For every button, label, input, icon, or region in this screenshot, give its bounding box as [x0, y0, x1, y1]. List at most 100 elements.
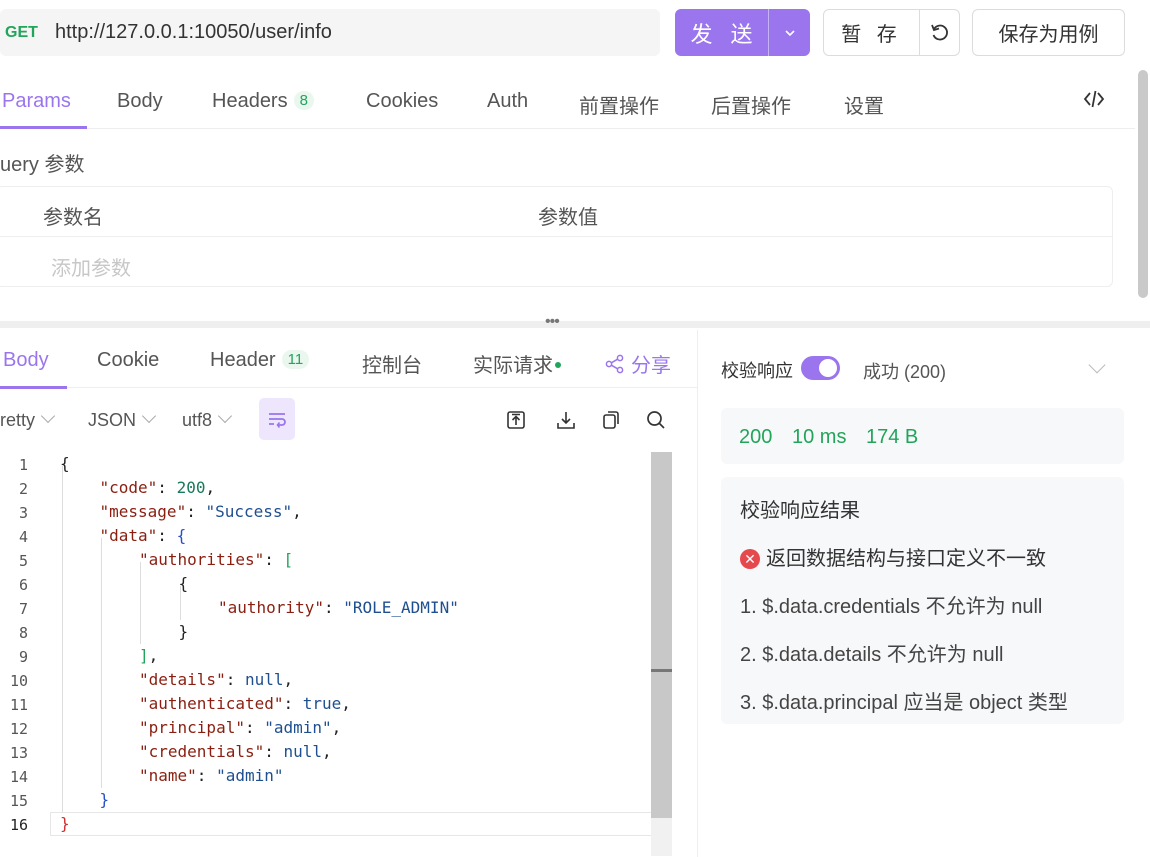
status-dot [555, 362, 561, 368]
code-line: "details": null, [139, 670, 293, 689]
code-line: } [100, 790, 110, 809]
download-icon[interactable] [555, 409, 577, 431]
request-scrollbar[interactable] [1138, 70, 1148, 298]
encoding-select[interactable]: utf8 [182, 408, 233, 431]
code-token: true [302, 694, 342, 713]
indent-guide [140, 562, 141, 644]
code-token: , [331, 718, 342, 737]
code-token: "admin" [264, 718, 332, 737]
format-select[interactable]: retty [0, 408, 56, 431]
tab-response-body[interactable]: Body [3, 349, 49, 372]
code-token: 200 [176, 478, 206, 497]
code-token: "name" [139, 766, 197, 785]
editor-scrollbar-marker [651, 669, 672, 672]
share-button[interactable]: 分享 [605, 349, 671, 378]
code-line: "name": "admin" [139, 766, 284, 785]
code-token: "credentials" [139, 742, 265, 761]
tab-params[interactable]: Params [2, 90, 71, 113]
code-line: "principal": "admin", [139, 718, 341, 737]
code-line: { [179, 574, 189, 593]
code-icon[interactable] [1083, 88, 1105, 110]
http-method[interactable]: GET [5, 24, 53, 42]
code-token: } [178, 622, 189, 641]
code-token: : [225, 670, 245, 689]
export-icon[interactable] [505, 409, 527, 431]
code-line: ], [139, 646, 158, 665]
response-size: 174 B [866, 426, 919, 448]
code-token: : [244, 718, 265, 737]
code-token: { [178, 574, 189, 593]
code-token: "principal" [139, 718, 245, 737]
validation-item: 1. $.data.credentials 不允许为 null [740, 596, 1043, 618]
line-number: 1 [18, 456, 28, 474]
add-param-row[interactable]: 添加参数 [0, 238, 1112, 288]
tab-body[interactable]: Body [117, 90, 163, 113]
editor-scrollbar-thumb[interactable] [651, 452, 672, 818]
code-token: : [283, 694, 303, 713]
send-button-group: 发 送 [675, 9, 810, 56]
format-select-value: retty [0, 410, 36, 430]
line-number: 16 [9, 816, 28, 834]
send-dropdown-button[interactable] [768, 9, 810, 56]
undo-icon [930, 24, 948, 40]
validation-item: 3. $.data.principal 应当是 object 类型 [740, 692, 1068, 714]
response-body-editor[interactable]: 1 2 3 4 5 6 7 8 9 10 11 12 13 14 15 16 {"code": 200, "me… [0, 452, 672, 856]
code-token: "ROLE_ADMIN" [343, 598, 459, 617]
response-toolbar: retty JSON utf8 [0, 398, 697, 442]
chevron-down-icon[interactable] [1088, 356, 1106, 374]
splitter-handle-icon[interactable]: ••• [545, 314, 560, 330]
wrap-lines-button[interactable] [259, 398, 295, 440]
chevron-down-icon [40, 408, 56, 424]
save-temp-button[interactable]: 暂 存 [824, 10, 919, 55]
code-line: "code": 200, [100, 478, 216, 497]
response-stats: 200 10 ms 174 B [721, 408, 1124, 464]
code-token: "authenticated" [139, 694, 284, 713]
response-time: 10 ms [792, 426, 847, 448]
code-token: , [148, 646, 159, 665]
encoding-select-value: utf8 [182, 410, 213, 430]
code-token: : [264, 550, 284, 569]
tab-response-cookie[interactable]: Cookie [97, 349, 159, 372]
tab-post-operations[interactable]: 后置操作 [711, 90, 791, 119]
tab-auth[interactable]: Auth [487, 90, 528, 113]
line-number: 7 [18, 600, 28, 618]
search-icon[interactable] [645, 409, 667, 431]
params-table-header: 参数名 参数值 [0, 187, 1112, 237]
params-table: 参数名 参数值 添加参数 [0, 186, 1113, 287]
code-token: , [283, 670, 294, 689]
validate-response-toggle[interactable] [801, 356, 840, 380]
send-button[interactable]: 发 送 [675, 9, 768, 56]
line-number: 6 [18, 576, 28, 594]
code-token: { [176, 526, 187, 545]
tab-cookies[interactable]: Cookies [366, 90, 438, 113]
type-select[interactable]: JSON [88, 408, 157, 431]
url-bar[interactable]: GET http://127.0.0.1:10050/user/info [0, 9, 660, 56]
save-as-case-button[interactable]: 保存为用例 [972, 9, 1125, 56]
tab-actual-request[interactable]: 实际请求 [473, 349, 561, 378]
copy-icon[interactable] [600, 409, 622, 431]
code-token: : [196, 766, 217, 785]
tab-headers[interactable]: Headers 8 [212, 90, 314, 113]
code-line: "data": { [100, 526, 187, 545]
tab-console[interactable]: 控制台 [362, 349, 422, 378]
code-token: ] [139, 646, 149, 665]
code-token: : [157, 478, 177, 497]
headers-count-badge: 8 [293, 91, 314, 110]
url-input[interactable]: http://127.0.0.1:10050/user/info [55, 21, 332, 44]
code-token: , [322, 742, 332, 761]
tab-response-header-label: Header [210, 349, 276, 371]
line-number: 12 [9, 720, 28, 738]
tab-settings[interactable]: 设置 [844, 90, 884, 119]
current-line-highlight [50, 812, 670, 836]
tab-pre-operations[interactable]: 前置操作 [579, 90, 659, 119]
add-param-input[interactable]: 添加参数 [51, 252, 131, 281]
tab-response-header[interactable]: Header 11 [210, 349, 310, 372]
code-token: [ [283, 550, 294, 569]
column-param-value: 参数值 [538, 207, 598, 229]
response-active-tab-indicator [0, 386, 67, 389]
panel-splitter[interactable] [0, 321, 1150, 328]
share-icon [605, 354, 624, 374]
code-token: "Success" [205, 502, 293, 521]
validation-status-select[interactable]: 成功 (200) [863, 358, 946, 384]
undo-button[interactable] [919, 10, 959, 55]
